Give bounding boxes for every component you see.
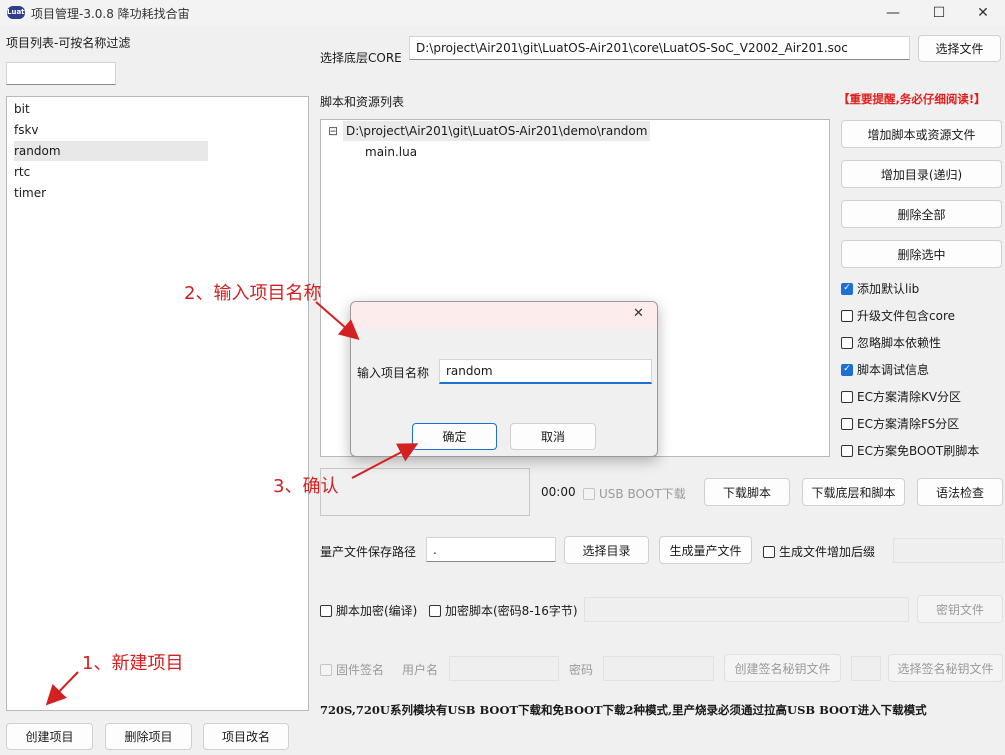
- arrow-step2: [315, 301, 360, 340]
- annotation-step2: 2、输入项目名称: [184, 283, 322, 304]
- arrow-step3: [351, 443, 419, 479]
- annotation-arrows: [45, 301, 419, 706]
- annotation-step3: 3、确认: [273, 476, 339, 497]
- annotation-step1: 1、新建项目: [82, 653, 184, 674]
- arrow-step1: [45, 671, 79, 706]
